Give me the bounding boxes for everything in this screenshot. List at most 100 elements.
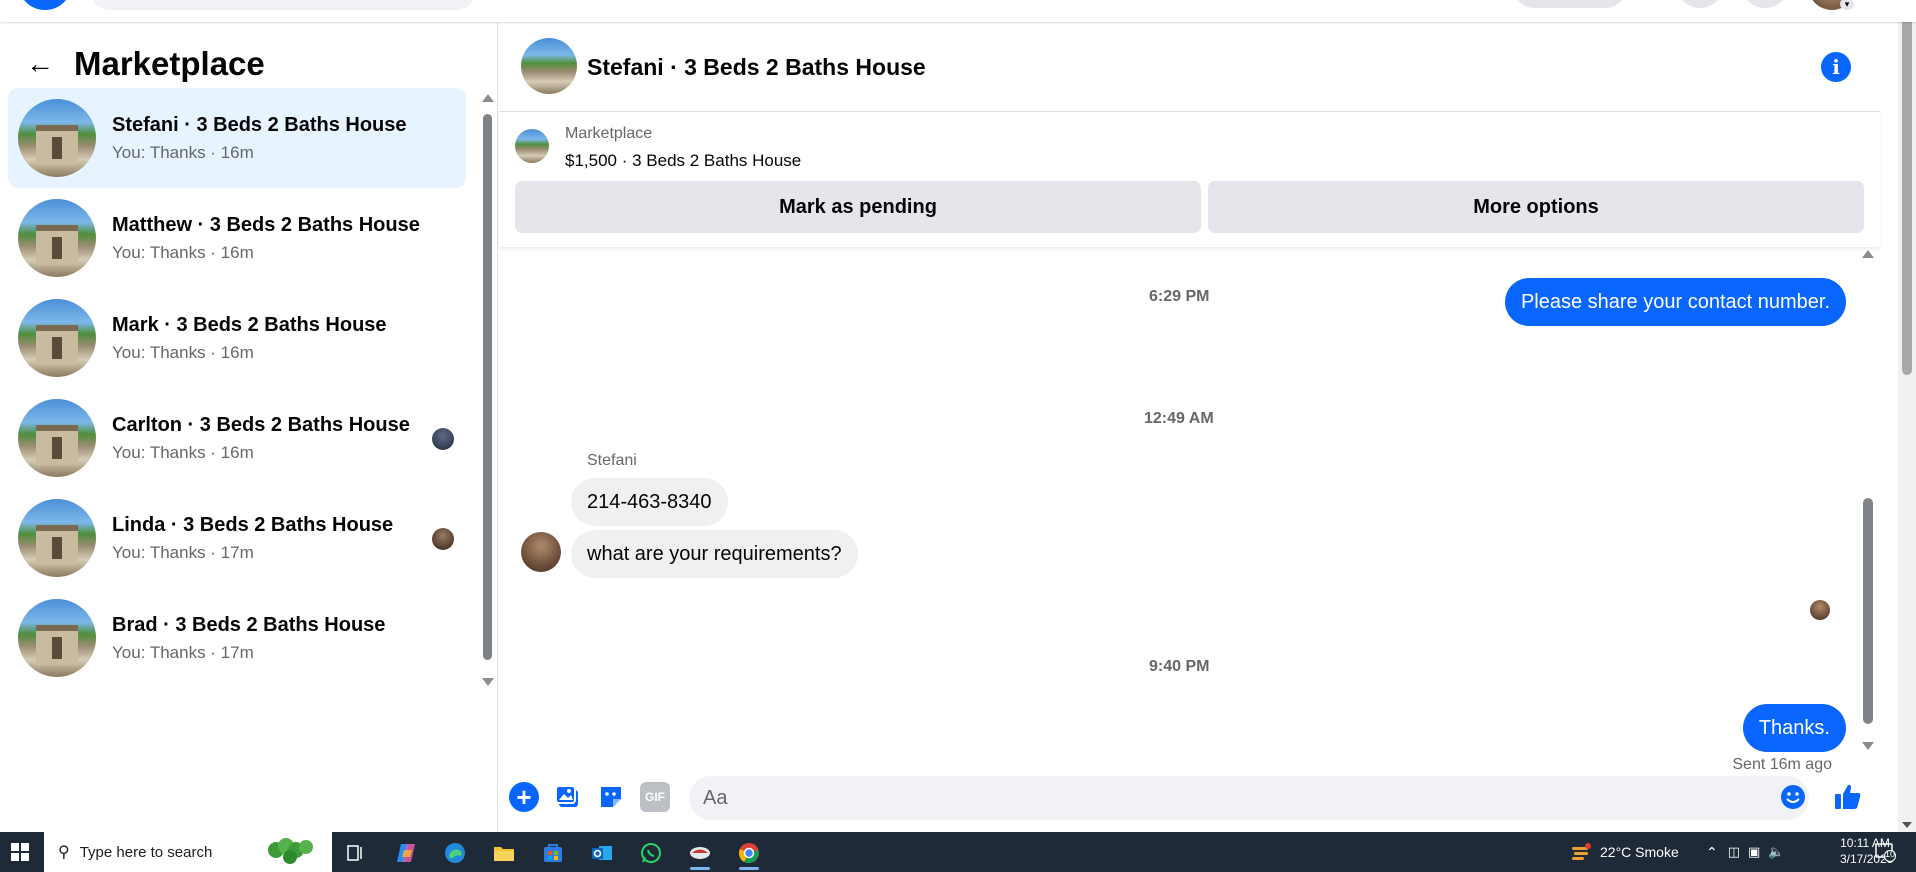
search-icon: ⚲	[58, 844, 70, 861]
conversation-preview: You: Thanks · 17m	[112, 642, 254, 662]
gif-icon[interactable]: GIF	[640, 782, 670, 812]
marketplace-sidebar: ← Marketplace Stefani · 3 Beds 2 Baths H…	[0, 22, 498, 832]
listing-thumbnail	[18, 199, 96, 277]
listing-banner: Marketplace $1,500 · 3 Beds 2 Baths Hous…	[499, 113, 1880, 247]
edge-icon[interactable]	[435, 836, 475, 870]
listing-thumbnail[interactable]	[515, 129, 549, 163]
conversation-item-brad[interactable]: Brad · 3 Beds 2 Baths House You: Thanks …	[8, 588, 466, 688]
conversation-preview: You: Thanks · 16m	[112, 242, 254, 262]
whatsapp-icon[interactable]	[631, 836, 671, 870]
conversation-item-carlton[interactable]: Carlton · 3 Beds 2 Baths House You: Than…	[8, 388, 466, 488]
sidebar-scrollbar[interactable]	[480, 94, 494, 686]
store-icon[interactable]	[533, 836, 573, 870]
facebook-logo-icon[interactable]	[18, 0, 72, 10]
conversation-name: Brad · 3 Beds 2 Baths House	[112, 613, 386, 636]
sidebar-header: ← Marketplace	[20, 42, 265, 86]
facebook-top-bar: ▾	[0, 0, 1916, 22]
chat-scrollbar[interactable]	[1861, 250, 1875, 750]
info-icon[interactable]: i	[1821, 52, 1851, 82]
chat-avatar[interactable]	[521, 38, 577, 94]
notification-count: 10	[1884, 849, 1895, 859]
windows-taskbar: ⚲ Type here to search 22°C Smoke ⌃ ◫ ▣ 🔈…	[0, 832, 1916, 872]
seen-avatar	[432, 528, 454, 550]
file-explorer-icon[interactable]	[484, 836, 524, 870]
outgoing-message[interactable]: Please share your contact number.	[1504, 278, 1846, 326]
chat-panel: Stefani · 3 Beds 2 Baths House i Marketp…	[499, 22, 1880, 832]
seen-avatar	[432, 428, 454, 450]
conversation-preview: You: Thanks · 16m	[112, 142, 254, 162]
menu-icon[interactable]	[1676, 0, 1724, 8]
top-nav-pill-button[interactable]	[1514, 0, 1626, 8]
message-input[interactable]	[689, 776, 1809, 820]
conversation-preview: You: Thanks · 17m	[112, 542, 254, 562]
weather-widget[interactable]: 22°C Smoke	[1570, 832, 1679, 872]
facebook-search-input[interactable]	[90, 0, 476, 10]
outgoing-message[interactable]: Thanks.	[1742, 704, 1846, 752]
windows-start-icon[interactable]	[0, 832, 40, 872]
weather-text: 22°C Smoke	[1600, 844, 1679, 860]
conversation-name: Linda · 3 Beds 2 Baths House	[112, 513, 394, 536]
timestamp: 9:40 PM	[1149, 658, 1210, 675]
conversation-name: Matthew · 3 Beds 2 Baths House	[112, 213, 420, 236]
listing-thumbnail	[18, 599, 96, 677]
conversation-item-linda[interactable]: Linda · 3 Beds 2 Baths House You: Thanks…	[8, 488, 466, 588]
task-view-icon[interactable]	[336, 836, 376, 870]
network-icon[interactable]: ◫	[1728, 844, 1740, 860]
chat-title[interactable]: Stefani · 3 Beds 2 Baths House	[587, 54, 926, 81]
conversation-name: Stefani · 3 Beds 2 Baths House	[112, 113, 407, 136]
sender-avatar[interactable]	[521, 532, 561, 572]
volume-icon[interactable]: 🔈	[1768, 844, 1784, 860]
system-tray[interactable]: ⌃ ◫ ▣ 🔈	[1706, 832, 1785, 872]
photo-icon[interactable]	[553, 782, 583, 812]
scroll-up-arrow-icon[interactable]	[482, 94, 494, 102]
notifications-icon[interactable]	[1741, 0, 1789, 8]
listing-thumbnail	[18, 399, 96, 477]
taskbar-search[interactable]: ⚲ Type here to search	[44, 832, 332, 872]
listing-thumbnail	[18, 299, 96, 377]
clover-icon	[268, 838, 313, 864]
incoming-message[interactable]: 214-463-8340	[571, 478, 728, 526]
scrollbar-thumb[interactable]	[1902, 0, 1912, 375]
conversation-item-stefani[interactable]: Stefani · 3 Beds 2 Baths House You: Than…	[8, 88, 466, 188]
listing-label: Marketplace	[565, 125, 653, 142]
conversation-item-mark[interactable]: Mark · 3 Beds 2 Baths House You: Thanks …	[8, 288, 466, 388]
scroll-up-arrow-icon[interactable]	[1862, 250, 1874, 258]
sticker-icon[interactable]	[596, 782, 626, 812]
listing-price-title[interactable]: $1,500 · 3 Beds 2 Baths House	[565, 151, 801, 171]
listing-thumbnail	[18, 99, 96, 177]
thumbs-up-icon[interactable]	[1833, 782, 1863, 812]
scroll-down-arrow-icon[interactable]	[1902, 822, 1912, 828]
chevron-down-icon[interactable]: ▾	[1840, 0, 1854, 10]
more-options-button[interactable]: More options	[1208, 181, 1864, 233]
back-arrow-icon[interactable]: ←	[20, 44, 60, 84]
mark-as-pending-button[interactable]: Mark as pending	[515, 181, 1201, 233]
chevron-up-icon[interactable]: ⌃	[1706, 844, 1718, 861]
scrollbar-thumb[interactable]	[1863, 498, 1873, 724]
conversation-name: Mark · 3 Beds 2 Baths House	[112, 313, 387, 336]
message-thread: 6:29 PM Please share your contact number…	[499, 248, 1880, 773]
conversation-list: Stefani · 3 Beds 2 Baths House You: Than…	[8, 88, 466, 688]
conversation-preview: You: Thanks · 16m	[112, 342, 254, 362]
plus-icon[interactable]: +	[509, 782, 539, 812]
chrome-icon[interactable]	[729, 836, 769, 870]
scrollbar-thumb[interactable]	[483, 114, 492, 660]
conversation-name: Carlton · 3 Beds 2 Baths House	[112, 413, 410, 436]
incoming-message[interactable]: what are your requirements?	[571, 530, 858, 578]
sidebar-title: Marketplace	[74, 45, 265, 82]
notification-center-icon[interactable]: 10	[1874, 842, 1896, 862]
sender-name: Stefani	[587, 452, 637, 469]
scroll-down-arrow-icon[interactable]	[482, 678, 494, 686]
conversation-item-matthew[interactable]: Matthew · 3 Beds 2 Baths House You: Than…	[8, 188, 466, 288]
emoji-icon[interactable]	[1778, 782, 1808, 812]
timestamp: 12:49 AM	[1144, 410, 1214, 427]
display-icon[interactable]: ▣	[1748, 844, 1760, 860]
conversation-preview: You: Thanks · 16m	[112, 442, 254, 462]
app-icon[interactable]	[680, 836, 720, 870]
chat-header: Stefani · 3 Beds 2 Baths House i	[499, 22, 1880, 112]
copilot-icon[interactable]	[386, 836, 426, 870]
taskbar-search-placeholder: Type here to search	[79, 843, 213, 861]
message-composer: + GIF	[499, 764, 1880, 832]
page-scrollbar[interactable]	[1898, 0, 1916, 832]
scroll-down-arrow-icon[interactable]	[1862, 742, 1874, 750]
outlook-icon[interactable]	[582, 836, 622, 870]
